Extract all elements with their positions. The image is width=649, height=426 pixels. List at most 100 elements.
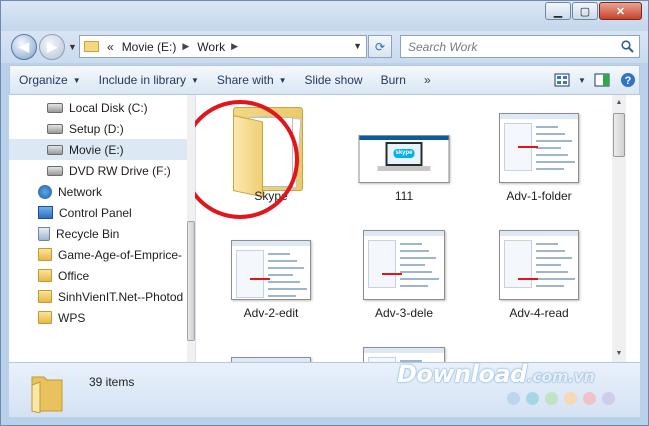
sidebar-item[interactable]: Game-Age-of-Emprice-: [9, 244, 187, 265]
address-bar[interactable]: « Movie (E:) ▶ Work ▶ ▼: [79, 35, 367, 58]
thumbnail-line: [400, 257, 436, 259]
organize-menu[interactable]: Organize ▼: [10, 66, 90, 94]
file-name: Adv-4-read: [509, 306, 569, 320]
watermark-dot: [602, 392, 615, 405]
command-bar: Organize ▼ Include in library ▼ Share with…: [9, 65, 640, 95]
address-segment-drive[interactable]: Movie (E:): [122, 40, 177, 54]
thumbnail-line: [536, 168, 564, 170]
sidebar-item[interactable]: Setup (D:): [9, 118, 187, 139]
red-arrow-marker: [518, 278, 538, 280]
search-input[interactable]: Search Work: [400, 35, 640, 58]
scroll-up-icon[interactable]: ▲: [612, 95, 626, 111]
thumbnail-line: [400, 243, 422, 245]
chevron-down-icon: ▼: [578, 75, 586, 85]
address-segment-folder[interactable]: Work: [197, 40, 225, 54]
view-options-dropdown[interactable]: ▼: [577, 69, 587, 91]
folder-icon: [84, 41, 99, 52]
thumbnail-line: [400, 285, 428, 287]
thumbnail-line: [268, 288, 307, 290]
sidebar-item-label: Control Panel: [59, 205, 132, 220]
thumbnail-line: [268, 295, 296, 297]
file-item[interactable]: [211, 329, 331, 362]
sidebar-item[interactable]: DVD RW Drive (F:): [9, 160, 187, 181]
share-with-menu[interactable]: Share with ▼: [208, 66, 296, 94]
title-bar[interactable]: ▁ ▢ ✕: [1, 1, 648, 31]
recent-pages-dropdown-icon[interactable]: ▼: [68, 42, 77, 52]
file-item[interactable]: Adv-2-edit: [211, 212, 331, 322]
thumbnail-titlebar: [500, 231, 578, 236]
sidebar-item[interactable]: Recycle Bin: [9, 223, 187, 244]
organize-label: Organize: [19, 73, 68, 87]
change-view-button[interactable]: [551, 69, 573, 91]
file-item[interactable]: Adv-1-folder: [479, 95, 599, 205]
more-commands-button[interactable]: »: [415, 66, 440, 94]
file-item[interactable]: skype 111: [344, 95, 464, 205]
network-icon: [38, 184, 52, 199]
watermark-logo: Download.com.vn: [397, 360, 595, 388]
scrollbar-thumb[interactable]: [187, 221, 195, 341]
forward-button[interactable]: ▶: [39, 34, 65, 60]
address-overflow[interactable]: «: [107, 40, 114, 54]
thumbnail-titlebar: [232, 241, 310, 246]
sidebar-item[interactable]: Network: [9, 181, 187, 202]
address-dropdown-icon[interactable]: ▼: [353, 41, 362, 51]
back-button[interactable]: ◀: [11, 34, 37, 60]
file-item[interactable]: Adv-3-dele: [344, 212, 464, 322]
scroll-down-icon[interactable]: ▼: [612, 346, 626, 362]
thumbnail-line: [268, 274, 293, 276]
refresh-icon: ⟳: [374, 39, 386, 54]
thumbnail-line: [268, 281, 300, 283]
file-list-scrollbar[interactable]: ▲ ▼: [612, 95, 626, 362]
sidebar-item-label: SinhVienIT.Net--Photod: [58, 289, 184, 304]
burn-button[interactable]: Burn: [372, 66, 415, 94]
thumbnail-line: [400, 271, 432, 273]
file-thumbnail: [363, 230, 445, 300]
thumbnail-line: [536, 140, 572, 142]
refresh-button[interactable]: ⟳: [368, 35, 392, 58]
search-placeholder: Search Work: [408, 40, 478, 54]
navigation-pane-scrollbar[interactable]: [187, 95, 195, 362]
file-name: 111: [394, 189, 414, 203]
caption-buttons: ▁ ▢ ✕: [544, 2, 642, 20]
thumbnail-pane: [504, 240, 532, 288]
sidebar-item[interactable]: WPS: [9, 307, 187, 328]
file-item[interactable]: Adv-4-read: [479, 212, 599, 322]
thumbnail-line: [536, 257, 572, 259]
thumbnail-line: [536, 243, 558, 245]
watermark-dot: [564, 392, 577, 405]
sidebar-item-label: Office: [58, 268, 90, 283]
chevron-down-icon: ▼: [191, 75, 199, 85]
thumbnail-line: [268, 253, 290, 255]
watermark-domain: .com.vn: [526, 367, 595, 386]
maximize-button[interactable]: ▢: [572, 2, 598, 20]
thumbnail-line: [536, 147, 561, 149]
svg-text:?: ?: [625, 75, 632, 87]
preview-pane-button[interactable]: [591, 69, 613, 91]
thumbnail-titlebar: [364, 231, 444, 236]
search-icon[interactable]: [621, 40, 634, 53]
include-in-library-menu[interactable]: Include in library ▼: [90, 66, 208, 94]
watermark-dots: [507, 392, 621, 405]
slide-show-button[interactable]: Slide show: [296, 66, 372, 94]
sidebar-item[interactable]: Office: [9, 265, 187, 286]
red-arrow-marker: [518, 146, 538, 148]
navigation-pane: Local Disk (C:) Setup (D:) Movie (E:) DVD R…: [9, 95, 196, 362]
thumbnail-line: [536, 285, 564, 287]
thumbnail-line: [536, 154, 568, 156]
help-button[interactable]: ?: [617, 69, 639, 91]
sidebar-item[interactable]: Local Disk (C:): [9, 97, 187, 118]
chevron-right-icon[interactable]: ▶: [231, 41, 238, 52]
file-item[interactable]: [344, 329, 464, 362]
watermark-dot: [526, 392, 539, 405]
chevron-right-icon[interactable]: ▶: [182, 41, 189, 52]
minimize-button[interactable]: ▁: [545, 2, 571, 20]
thumbnail-pane: [368, 240, 396, 288]
close-button[interactable]: ✕: [599, 2, 642, 20]
scrollbar-thumb[interactable]: [613, 113, 625, 157]
thumbnail-line: [268, 267, 304, 269]
sidebar-item[interactable]: Movie (E:): [9, 139, 187, 160]
thumbnail-titlebar: [500, 114, 578, 119]
sidebar-item[interactable]: SinhVienIT.Net--Photod: [9, 286, 187, 307]
sidebar-item[interactable]: Control Panel: [9, 202, 187, 223]
thumbnail-pane: [236, 250, 264, 298]
